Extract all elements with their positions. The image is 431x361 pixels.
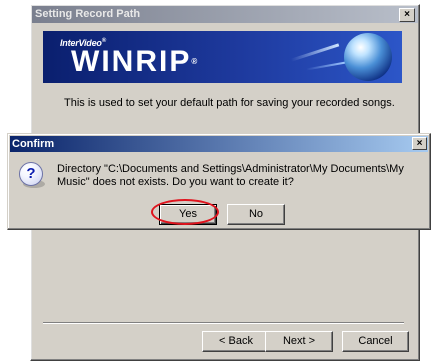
window-title: Setting Record Path — [35, 8, 141, 20]
dialog-title-bar[interactable]: Confirm × — [10, 136, 428, 152]
button-separator — [43, 322, 404, 324]
window-title-bar[interactable]: Setting Record Path × — [32, 6, 418, 23]
yes-button[interactable]: Yes — [159, 204, 217, 225]
back-button[interactable]: < Back — [202, 331, 270, 352]
decor-streak — [306, 61, 346, 71]
no-button[interactable]: No — [227, 204, 285, 225]
cancel-button[interactable]: Cancel — [342, 331, 409, 352]
wizard-description: This is used to set your default path fo… — [64, 97, 395, 109]
winrip-banner: InterVideo® WINRIP® — [43, 31, 402, 83]
close-icon[interactable]: × — [412, 137, 427, 150]
globe-icon — [344, 33, 392, 81]
winrip-logo: WINRIP® — [71, 45, 198, 78]
dialog-title: Confirm — [12, 138, 55, 150]
dialog-message: Directory "C:\Documents and Settings\Adm… — [57, 163, 404, 188]
next-button[interactable]: Next > — [265, 331, 333, 352]
question-icon: ? — [19, 162, 43, 186]
close-icon[interactable]: × — [399, 8, 415, 22]
confirm-dialog: Confirm × ? Directory "C:\Documents and … — [7, 133, 431, 230]
decor-streak — [290, 43, 340, 62]
